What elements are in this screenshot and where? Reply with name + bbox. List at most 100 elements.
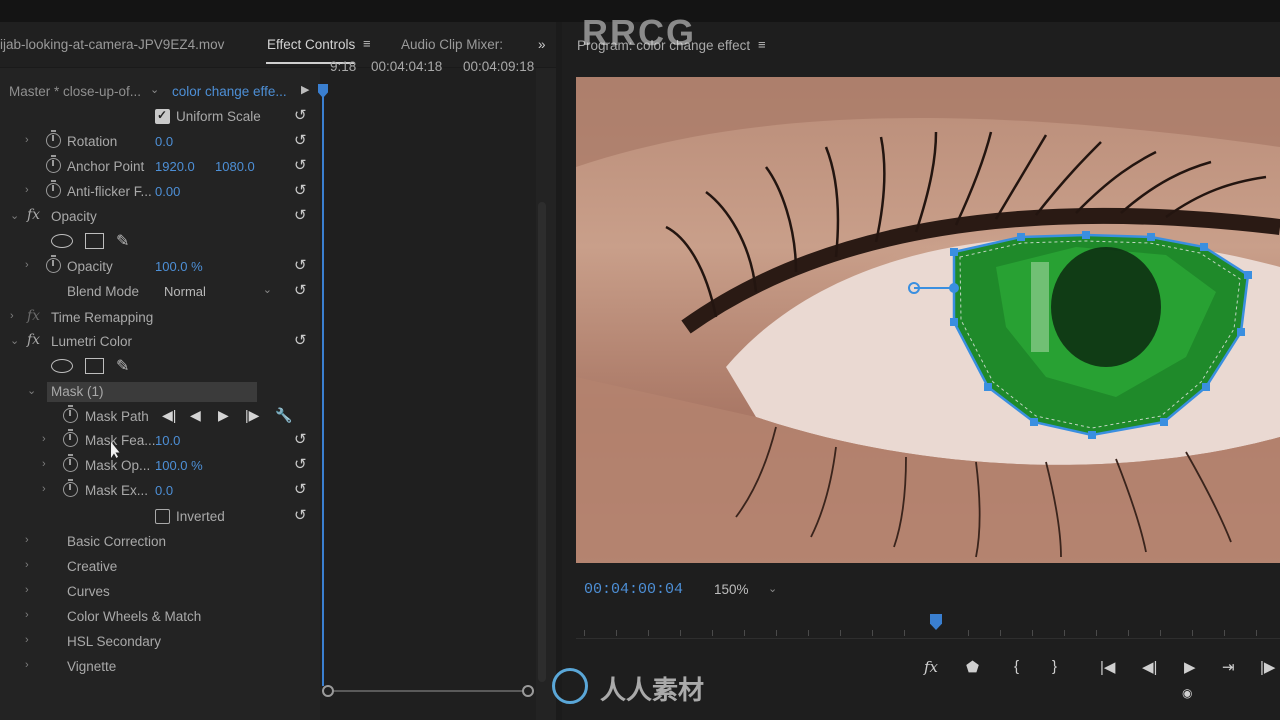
ellipse-mask-icon[interactable] xyxy=(51,234,73,248)
anchor-x-value[interactable]: 1920.0 xyxy=(155,159,195,174)
time-remapping-row[interactable]: › fx Time Remapping xyxy=(0,306,318,330)
curves-row[interactable]: › Curves xyxy=(0,580,318,604)
reset-icon[interactable]: ↺ xyxy=(294,108,310,124)
step-back-button[interactable]: ◀| xyxy=(1142,658,1157,676)
go-to-out-button[interactable]: |▶ xyxy=(1260,658,1275,676)
mark-out-button[interactable]: } xyxy=(1052,658,1057,675)
basic-correction-row[interactable]: › Basic Correction xyxy=(0,530,318,554)
chevron-right-icon[interactable]: › xyxy=(25,534,29,546)
chevron-down-icon[interactable]: ⌄ xyxy=(10,209,19,222)
timeline-zoom-start-handle[interactable] xyxy=(322,685,334,697)
opacity-section-row[interactable]: ⌄ fx Opacity ↺ xyxy=(0,205,318,229)
chevron-right-icon[interactable]: › xyxy=(25,134,29,146)
go-to-in-button[interactable]: |◀ xyxy=(1100,658,1115,676)
export-frame-icon[interactable]: ◉ xyxy=(1182,686,1192,700)
reset-icon[interactable]: ↺ xyxy=(294,508,310,524)
stopwatch-icon[interactable] xyxy=(46,130,61,148)
panel-overflow-icon[interactable]: » xyxy=(538,37,546,52)
mask-expansion-value[interactable]: 0.0 xyxy=(155,483,173,498)
track-forward-all-icon[interactable]: |▶ xyxy=(245,407,259,424)
program-time-ruler[interactable] xyxy=(576,630,1280,638)
reset-icon[interactable]: ↺ xyxy=(294,482,310,498)
chevron-down-icon[interactable]: ⌄ xyxy=(150,83,159,96)
chevron-right-icon[interactable]: › xyxy=(25,184,29,196)
chevron-right-icon[interactable]: › xyxy=(25,584,29,596)
ellipse-mask-icon[interactable] xyxy=(51,359,73,373)
rectangle-mask-icon[interactable] xyxy=(85,233,104,249)
tab-source-clip[interactable]: ijab-looking-at-camera-JPV9EZ4.mov xyxy=(0,37,224,52)
reset-icon[interactable]: ↺ xyxy=(294,133,310,149)
color-wheels-row[interactable]: › Color Wheels & Match xyxy=(0,605,318,629)
vertical-scrollbar[interactable] xyxy=(538,202,546,682)
creative-row[interactable]: › Creative xyxy=(0,555,318,579)
stopwatch-icon[interactable] xyxy=(46,180,61,198)
add-marker-button[interactable]: ⬟ xyxy=(966,658,979,676)
stopwatch-icon[interactable] xyxy=(63,479,78,497)
chevron-right-icon[interactable]: › xyxy=(10,310,14,322)
opacity-value[interactable]: 100.0 % xyxy=(155,259,203,274)
mark-in-button[interactable]: { xyxy=(1014,658,1019,675)
program-monitor-menu-icon[interactable]: ≡ xyxy=(758,37,766,52)
mask-opacity-value[interactable]: 100.0 % xyxy=(155,458,203,473)
reset-icon[interactable]: ↺ xyxy=(294,432,310,448)
chevron-right-icon[interactable]: › xyxy=(42,458,46,470)
reset-icon[interactable]: ↺ xyxy=(294,258,310,274)
fx-icon[interactable]: fx xyxy=(27,207,40,223)
play-button[interactable]: ▶ xyxy=(1184,658,1196,676)
chevron-right-icon[interactable]: › xyxy=(42,433,46,445)
anchor-y-value[interactable]: 1080.0 xyxy=(215,159,255,174)
mask-row[interactable]: ⌄ Mask (1) xyxy=(0,380,318,404)
blend-mode-dropdown[interactable]: Normal ⌄ xyxy=(164,284,272,299)
sequence-clip-name[interactable]: color change effe... xyxy=(172,84,287,99)
step-forward-button[interactable]: ⇥ xyxy=(1222,658,1235,676)
chevron-down-icon[interactable]: ⌄ xyxy=(10,334,19,347)
wrench-icon[interactable]: 🔧 xyxy=(275,407,292,424)
reset-icon[interactable]: ↺ xyxy=(294,333,310,349)
fx-icon[interactable]: fx xyxy=(27,308,40,324)
play-icon[interactable]: ▶ xyxy=(301,83,309,96)
stopwatch-icon[interactable] xyxy=(46,255,61,273)
program-video-frame[interactable] xyxy=(576,77,1280,563)
chevron-right-icon[interactable]: › xyxy=(25,259,29,271)
chevron-down-icon[interactable]: ⌄ xyxy=(768,582,777,595)
reset-icon[interactable]: ↺ xyxy=(294,283,310,299)
chevron-right-icon[interactable]: › xyxy=(25,609,29,621)
effect-timeline[interactable] xyxy=(320,68,536,720)
mask-feather-value[interactable]: 10.0 xyxy=(155,433,180,448)
stopwatch-icon[interactable] xyxy=(63,454,78,472)
tab-audio-clip-mixer[interactable]: Audio Clip Mixer: xyxy=(401,37,503,52)
playhead-timecode[interactable]: 00:04:00:04 xyxy=(584,581,683,598)
anti-flicker-value[interactable]: 0.00 xyxy=(155,184,180,199)
vignette-row[interactable]: › Vignette xyxy=(0,655,318,679)
zoom-level-dropdown[interactable]: 150% xyxy=(714,582,749,597)
timeline-zoom-end-handle[interactable] xyxy=(522,685,534,697)
effect-controls-menu-icon[interactable]: ≡ xyxy=(363,36,371,51)
reset-icon[interactable]: ↺ xyxy=(294,457,310,473)
pen-mask-icon[interactable]: ✎ xyxy=(116,231,129,251)
track-forward-icon[interactable]: ▶ xyxy=(218,407,229,424)
chevron-right-icon[interactable]: › xyxy=(25,659,29,671)
pen-mask-icon[interactable]: ✎ xyxy=(116,356,129,376)
chevron-right-icon[interactable]: › xyxy=(25,634,29,646)
stopwatch-icon[interactable] xyxy=(63,405,78,423)
stopwatch-icon[interactable] xyxy=(63,429,78,447)
stopwatch-icon[interactable] xyxy=(46,155,61,173)
inverted-checkbox[interactable] xyxy=(155,509,170,524)
rotation-value[interactable]: 0.0 xyxy=(155,134,173,149)
tab-effect-controls[interactable]: Effect Controls xyxy=(267,37,355,52)
uniform-scale-checkbox[interactable] xyxy=(155,108,170,124)
reset-icon[interactable]: ↺ xyxy=(294,158,310,174)
rectangle-mask-icon[interactable] xyxy=(85,358,104,374)
lumetri-color-row[interactable]: ⌄ fx Lumetri Color ↺ xyxy=(0,330,318,354)
timeline-zoom-bar[interactable] xyxy=(328,690,528,692)
track-backward-icon[interactable]: ◀ xyxy=(190,407,201,424)
hsl-secondary-row[interactable]: › HSL Secondary xyxy=(0,630,318,654)
fx-toggle-button[interactable]: fx xyxy=(924,658,938,676)
master-clip-name[interactable]: Master * close-up-of... xyxy=(9,84,141,99)
chevron-right-icon[interactable]: › xyxy=(42,483,46,495)
reset-icon[interactable]: ↺ xyxy=(294,208,310,224)
chevron-down-icon[interactable]: ⌄ xyxy=(27,384,36,397)
program-playhead-handle[interactable] xyxy=(930,614,942,630)
chevron-right-icon[interactable]: › xyxy=(25,559,29,571)
reset-icon[interactable]: ↺ xyxy=(294,183,310,199)
